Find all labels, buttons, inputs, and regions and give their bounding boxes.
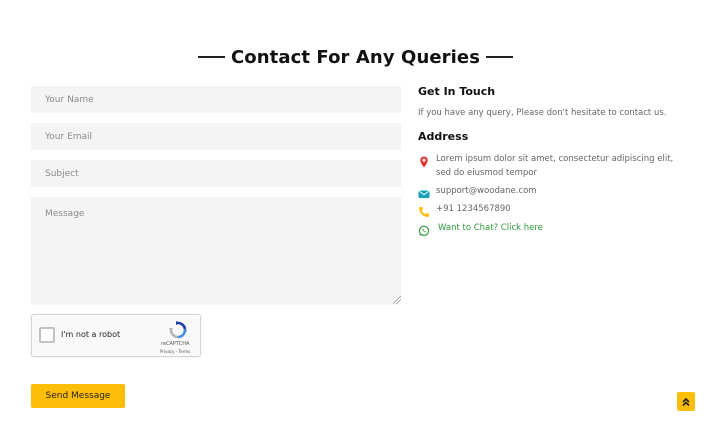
phone-text[interactable]: +91 1234567890 xyxy=(436,202,511,216)
title-line-right xyxy=(486,56,514,58)
recaptcha-privacy-terms[interactable]: Privacy - Terms xyxy=(160,349,190,354)
phone-icon xyxy=(418,203,430,217)
back-to-top-button[interactable] xyxy=(677,392,695,411)
whatsapp-icon xyxy=(418,222,430,237)
get-in-touch-text: If you have any query, Please don't hesi… xyxy=(418,108,667,118)
chat-row[interactable]: Want to Chat? Click here xyxy=(418,221,543,237)
send-message-button[interactable]: Send Message xyxy=(31,384,125,408)
page-title: Contact For Any Queries xyxy=(230,46,481,68)
chat-link[interactable]: Want to Chat? Click here xyxy=(438,221,543,235)
email-text[interactable]: support@woodane.com xyxy=(436,184,537,198)
recaptcha-brand: reCAPTCHA xyxy=(161,341,190,347)
recaptcha-logo-icon xyxy=(169,321,187,339)
textarea-resize-handle[interactable] xyxy=(393,296,401,304)
recaptcha-checkbox[interactable] xyxy=(39,327,55,343)
section-header: Contact For Any Queries xyxy=(0,44,711,70)
email-row: support@woodane.com xyxy=(418,184,537,198)
get-in-touch-heading: Get In Touch xyxy=(418,85,496,98)
recaptcha-label: I'm not a robot xyxy=(61,330,121,339)
recaptcha-widget: I'm not a robot reCAPTCHA Privacy - Term… xyxy=(31,314,201,357)
address-heading: Address xyxy=(418,130,469,143)
title-line-left xyxy=(197,56,225,58)
map-pin-icon xyxy=(418,153,430,168)
address-text: Lorem ipsum dolor sit amet, consectetur … xyxy=(436,154,674,178)
name-input[interactable] xyxy=(31,86,401,113)
email-input[interactable] xyxy=(31,123,401,150)
double-chevron-up-icon xyxy=(681,392,691,411)
phone-row: +91 1234567890 xyxy=(418,202,511,217)
message-textarea[interactable] xyxy=(31,197,401,305)
address-row: Lorem ipsum dolor sit amet, consectetur … xyxy=(418,152,678,180)
envelope-icon xyxy=(418,185,430,198)
subject-input[interactable] xyxy=(31,160,401,187)
